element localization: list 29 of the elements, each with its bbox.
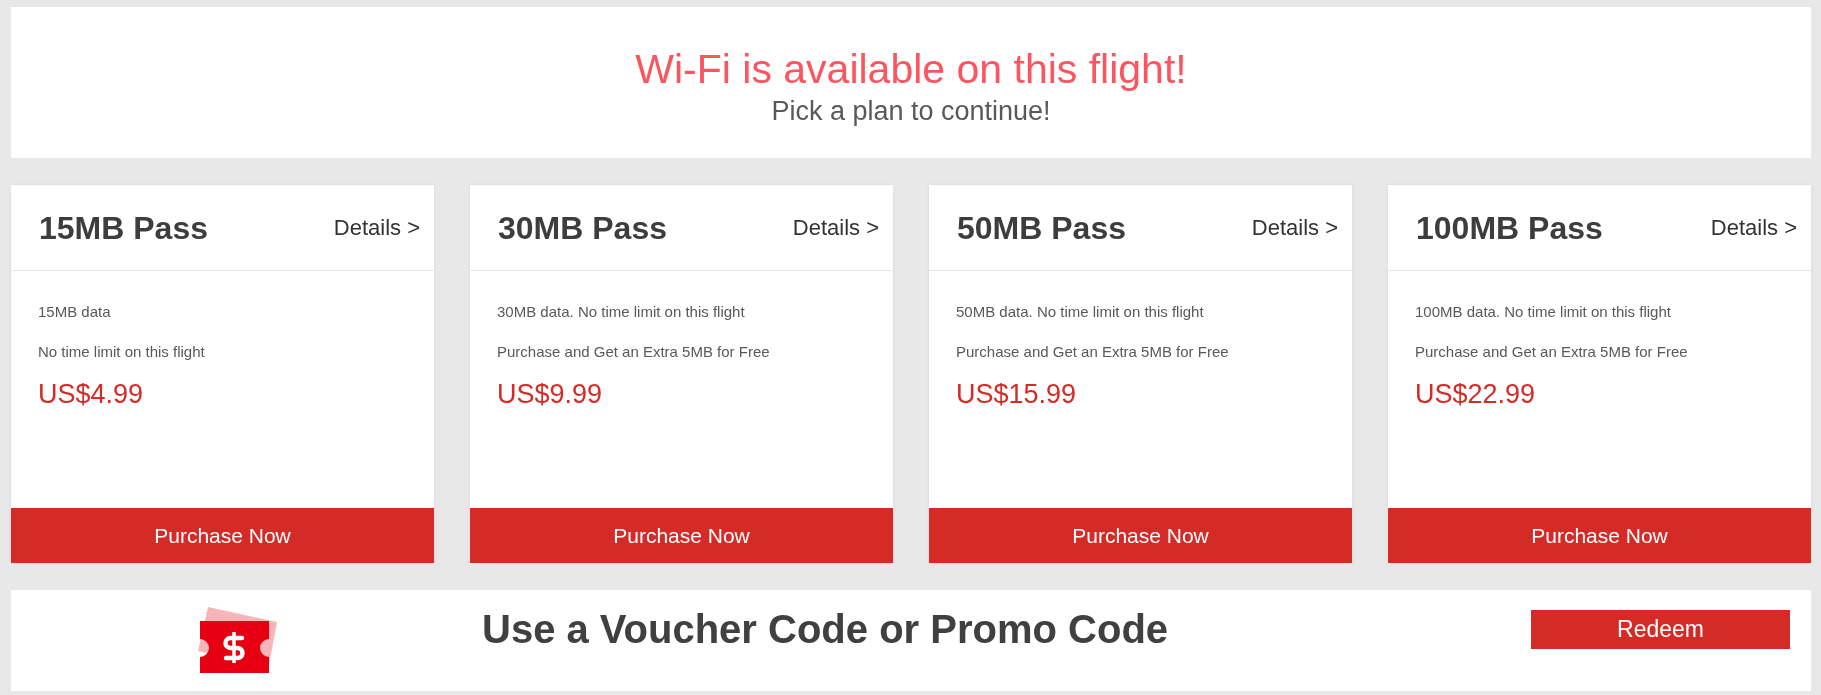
plan-description: 30MB data. No time limit on this flight — [497, 302, 745, 322]
redeem-button[interactable]: Redeem — [1531, 610, 1790, 649]
purchase-button[interactable]: Purchase Now — [11, 508, 434, 563]
plan-title: 30MB Pass — [498, 208, 667, 247]
plan-description: Purchase and Get an Extra 5MB for Free — [497, 342, 770, 362]
subheadline: Pick a plan to continue! — [771, 95, 1051, 127]
plan-price: US$15.99 — [956, 378, 1077, 411]
plan-price: US$4.99 — [38, 378, 144, 411]
plan-description: 15MB data — [38, 302, 111, 322]
details-link[interactable]: Details > — [792, 213, 879, 242]
details-link[interactable]: Details > — [1251, 213, 1338, 242]
plan-description: 50MB data. No time limit on this flight — [956, 302, 1204, 322]
plan-title: 15MB Pass — [39, 208, 208, 247]
plan-title: 100MB Pass — [1416, 208, 1603, 247]
ticket-icon — [198, 607, 277, 673]
plan-description: Purchase and Get an Extra 5MB for Free — [1415, 342, 1688, 362]
purchase-button[interactable]: Purchase Now — [929, 508, 1352, 563]
plan-price: US$22.99 — [1415, 378, 1536, 411]
plan-description: 100MB data. No time limit on this flight — [1415, 302, 1671, 322]
plan-price: US$9.99 — [497, 378, 603, 411]
headline: Wi-Fi is available on this flight! — [635, 46, 1187, 92]
voucher-heading: Use a Voucher Code or Promo Code — [482, 606, 1169, 653]
plan-description: No time limit on this flight — [38, 342, 205, 362]
purchase-button[interactable]: Purchase Now — [470, 508, 893, 563]
plan-description: Purchase and Get an Extra 5MB for Free — [956, 342, 1229, 362]
details-link[interactable]: Details > — [1710, 213, 1797, 242]
details-link[interactable]: Details > — [333, 213, 420, 242]
purchase-button[interactable]: Purchase Now — [1388, 508, 1811, 563]
plan-title: 50MB Pass — [957, 208, 1126, 247]
